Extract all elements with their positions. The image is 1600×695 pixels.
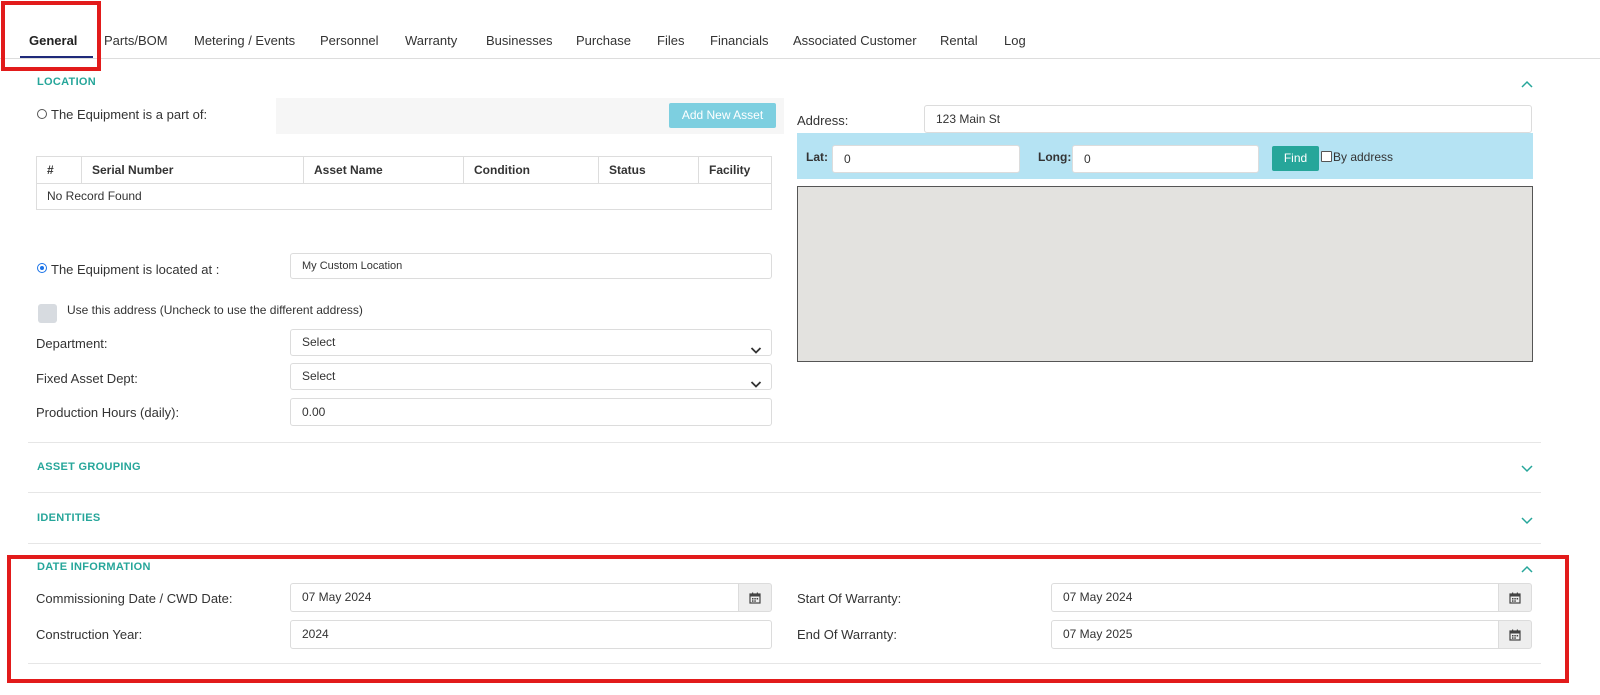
empty-table-message: No Record Found [47, 189, 142, 203]
calendar-icon[interactable] [1498, 620, 1532, 649]
tab-general[interactable]: General [29, 33, 77, 48]
fixed-asset-dept-select-value: Select [302, 369, 336, 383]
chevron-down-icon[interactable] [1520, 463, 1536, 475]
tab-rental[interactable]: Rental [940, 33, 978, 48]
section-divider [28, 492, 1541, 493]
column-header-serial-number[interactable]: Serial Number [82, 157, 304, 183]
part-of-radio[interactable] [37, 109, 47, 119]
construction-year-label: Construction Year: [36, 627, 143, 642]
by-address-checkbox[interactable] [1321, 151, 1332, 162]
tab-personnel[interactable]: Personnel [320, 33, 379, 48]
column-header-facility[interactable]: Facility [699, 157, 771, 183]
long-input[interactable]: 0 [1072, 145, 1259, 173]
address-label: Address: [797, 113, 849, 128]
production-hours-input[interactable]: 0.00 [290, 398, 772, 426]
tab-bar: General Parts/BOM Metering / Events Pers… [0, 0, 1600, 59]
parent-asset-table: # Serial Number Asset Name Condition Sta… [36, 156, 772, 210]
calendar-icon[interactable] [738, 583, 772, 612]
address-input[interactable]: 123 Main St [924, 105, 1532, 133]
department-label: Department: [36, 336, 108, 351]
chevron-down-icon[interactable] [1520, 515, 1536, 527]
section-title-location[interactable]: LOCATION [37, 76, 96, 88]
column-header-index[interactable]: # [37, 157, 82, 183]
start-of-warranty-label: Start Of Warranty: [797, 591, 902, 606]
section-title-asset-grouping[interactable]: ASSET GROUPING [37, 461, 141, 473]
department-select-value: Select [302, 335, 336, 349]
located-at-radio[interactable] [37, 263, 47, 273]
column-header-asset-name[interactable]: Asset Name [304, 157, 464, 183]
fixed-asset-dept-label: Fixed Asset Dept: [36, 371, 138, 386]
by-address-label: By address [1333, 150, 1394, 164]
use-address-label: Use this address (Uncheck to use the dif… [67, 303, 363, 317]
part-of-label: The Equipment is a part of: [51, 107, 208, 122]
commissioning-date-input[interactable]: 07 May 2024 [290, 583, 739, 612]
section-title-identities[interactable]: IDENTITIES [37, 512, 101, 524]
add-new-asset-button[interactable]: Add New Asset [669, 103, 776, 128]
end-of-warranty-input[interactable]: 07 May 2025 [1051, 620, 1499, 649]
commissioning-date-label: Commissioning Date / CWD Date: [36, 591, 233, 606]
column-header-condition[interactable]: Condition [464, 157, 599, 183]
construction-year-input[interactable]: 2024 [290, 620, 772, 649]
section-divider [28, 543, 1541, 544]
section-divider [28, 663, 1541, 664]
tab-businesses[interactable]: Businesses [486, 33, 552, 48]
department-select[interactable]: Select [290, 329, 772, 356]
custom-location-input[interactable]: My Custom Location [290, 253, 772, 279]
tab-purchase[interactable]: Purchase [576, 33, 631, 48]
located-at-label: The Equipment is located at : [51, 262, 220, 277]
chevron-up-icon[interactable] [1520, 79, 1536, 91]
tab-associated-customer[interactable]: Associated Customer [793, 33, 917, 48]
lat-label: Lat: [806, 150, 828, 164]
section-divider [28, 442, 1541, 443]
long-label: Long: [1038, 150, 1072, 164]
column-header-status[interactable]: Status [599, 157, 699, 183]
start-of-warranty-input[interactable]: 07 May 2024 [1051, 583, 1499, 612]
chevron-down-icon [750, 373, 762, 388]
section-title-date-information[interactable]: DATE INFORMATION [37, 561, 151, 573]
tab-files[interactable]: Files [657, 33, 684, 48]
active-tab-indicator [20, 56, 93, 58]
calendar-icon[interactable] [1498, 583, 1532, 612]
chevron-down-icon [750, 339, 762, 354]
tab-financials[interactable]: Financials [710, 33, 769, 48]
tab-parts-bom[interactable]: Parts/BOM [104, 33, 168, 48]
tab-metering-events[interactable]: Metering / Events [194, 33, 295, 48]
use-address-checkbox[interactable] [38, 304, 57, 323]
map-view[interactable] [797, 186, 1533, 362]
tab-log[interactable]: Log [1004, 33, 1026, 48]
lat-input[interactable]: 0 [832, 145, 1020, 173]
tab-warranty[interactable]: Warranty [405, 33, 457, 48]
find-button[interactable]: Find [1272, 146, 1319, 171]
fixed-asset-dept-select[interactable]: Select [290, 363, 772, 390]
chevron-up-icon[interactable] [1520, 564, 1536, 576]
production-hours-label: Production Hours (daily): [36, 405, 180, 420]
end-of-warranty-label: End Of Warranty: [797, 627, 897, 642]
table-header-row: # Serial Number Asset Name Condition Sta… [37, 157, 771, 184]
